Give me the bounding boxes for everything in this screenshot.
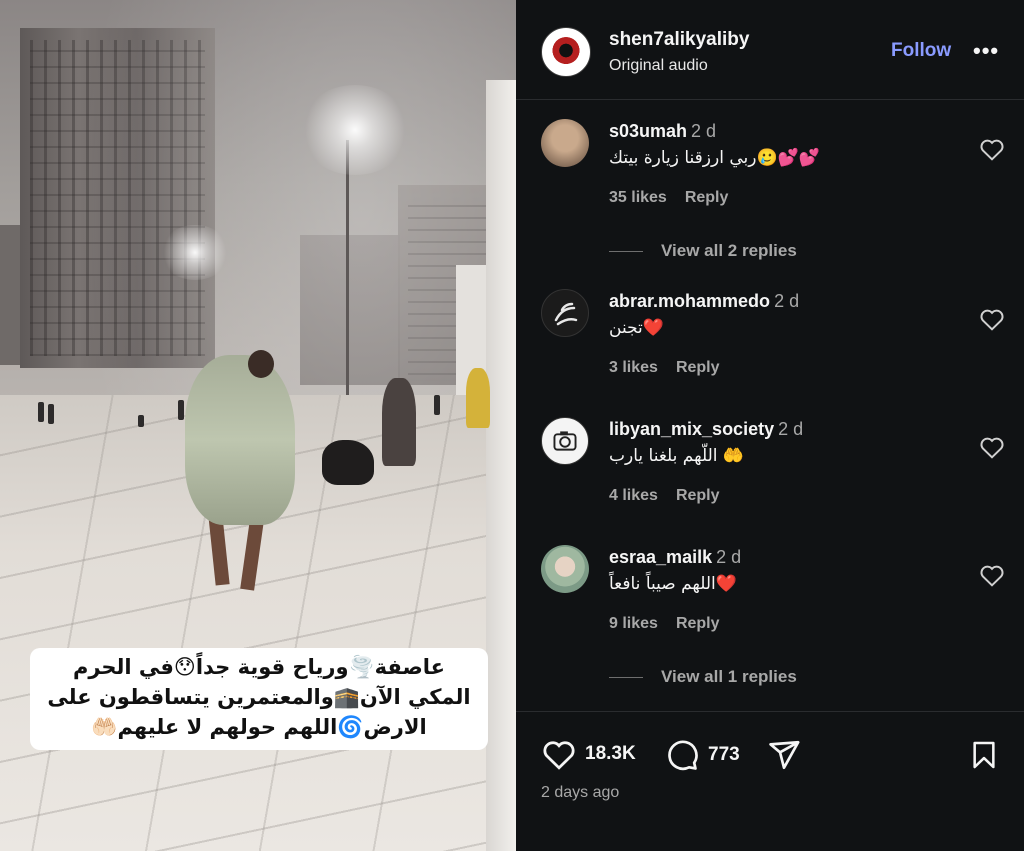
- post-time-ago: 2 days ago: [541, 784, 620, 801]
- man-head: [248, 350, 274, 378]
- commenter-avatar[interactable]: [541, 545, 589, 593]
- comment-username[interactable]: libyan_mix_society: [609, 419, 774, 439]
- distant-person: [38, 402, 44, 422]
- comment-text: ربي ارزقنا زيارة بيتك🥲💕💕: [609, 148, 820, 168]
- bookmark-icon[interactable]: [968, 738, 1000, 772]
- likes-count[interactable]: 18.3K: [585, 743, 636, 765]
- comment-time: 2 d: [691, 121, 717, 141]
- more-options-icon[interactable]: •••: [973, 38, 999, 64]
- video-player[interactable]: عاصفة🌪️ورياح قوية جداً😯في الحرم المكي ال…: [0, 0, 516, 851]
- street-light: [160, 225, 230, 280]
- comment-text: اللهم صيباً نافعاً❤️: [609, 574, 737, 594]
- post-header: shen7alikyaliby Original audio Follow ••…: [516, 0, 1024, 100]
- view-replies-button[interactable]: View all 2 replies: [609, 241, 797, 261]
- comment-likes[interactable]: 9 likes: [609, 615, 658, 632]
- street-light: [300, 85, 410, 175]
- comment-time: 2 d: [774, 291, 800, 311]
- distant-person: [434, 395, 440, 415]
- comment-meta: 35 likes Reply: [609, 189, 728, 207]
- comment-bubble-icon[interactable]: [664, 738, 700, 772]
- caption-line: المكي الآن🕋والمعتمرين يتساقطون على: [47, 685, 471, 709]
- comment-action[interactable]: 773: [664, 738, 740, 772]
- account-avatar[interactable]: [541, 27, 591, 77]
- comment-header: abrar.mohammedo 2 d: [609, 291, 799, 312]
- view-replies-button[interactable]: View all 1 replies: [609, 667, 797, 687]
- comments-count[interactable]: 773: [708, 744, 740, 766]
- comment-time: 2 d: [716, 547, 742, 567]
- comment-header: esraa_mailk 2 d: [609, 547, 741, 568]
- comment-time: 2 d: [778, 419, 804, 439]
- hands-sketch-icon: [554, 302, 578, 326]
- view-replies-label: View all 1 replies: [661, 667, 797, 686]
- like-comment-heart-icon[interactable]: [979, 307, 1005, 331]
- post-actions: 18.3K 773 2 days ago: [516, 711, 1024, 851]
- heart-icon[interactable]: [541, 738, 577, 770]
- comment-likes[interactable]: 4 likes: [609, 487, 658, 504]
- person-yellow-jacket: [466, 368, 490, 428]
- crouching-person: [322, 440, 374, 485]
- share-paper-plane-icon[interactable]: [766, 738, 802, 772]
- comment-text: تجنن❤️: [609, 318, 664, 338]
- comment-username[interactable]: esraa_mailk: [609, 547, 712, 567]
- follow-button[interactable]: Follow: [891, 40, 951, 62]
- distant-person: [178, 400, 184, 420]
- comment-username[interactable]: abrar.mohammedo: [609, 291, 770, 311]
- reply-button[interactable]: Reply: [685, 189, 729, 206]
- share-action[interactable]: [766, 738, 802, 772]
- commenter-avatar[interactable]: [541, 119, 589, 167]
- reply-button[interactable]: Reply: [676, 359, 720, 376]
- reply-button[interactable]: Reply: [676, 487, 720, 504]
- lamp-pole: [346, 140, 349, 400]
- comment-likes[interactable]: 3 likes: [609, 359, 658, 376]
- video-caption: عاصفة🌪️ورياح قوية جداً😯في الحرم المكي ال…: [30, 648, 488, 750]
- logo-icon: [551, 37, 581, 67]
- comment-meta: 9 likes Reply: [609, 615, 720, 633]
- man-in-robe: [185, 355, 295, 525]
- comment-header: s03umah 2 d: [609, 121, 716, 142]
- pillar: [486, 80, 516, 851]
- like-action[interactable]: 18.3K: [541, 738, 636, 770]
- comment-meta: 3 likes Reply: [609, 359, 720, 377]
- comment-header: libyan_mix_society 2 d: [609, 419, 803, 440]
- camera-icon: [553, 431, 577, 451]
- save-action[interactable]: [968, 738, 1000, 772]
- post-username[interactable]: shen7alikyaliby: [609, 29, 749, 51]
- like-comment-heart-icon[interactable]: [979, 563, 1005, 587]
- comment-username[interactable]: s03umah: [609, 121, 687, 141]
- view-replies-label: View all 2 replies: [661, 241, 797, 260]
- caption-line: الارض🌀اللهم حولهم لا عليهم🤲🏻: [91, 715, 427, 739]
- comment-likes[interactable]: 35 likes: [609, 189, 667, 206]
- distant-person: [48, 404, 54, 424]
- reply-button[interactable]: Reply: [676, 615, 720, 632]
- divider-line: [609, 677, 643, 679]
- audio-link[interactable]: Original audio: [609, 57, 708, 75]
- comment-meta: 4 likes Reply: [609, 487, 720, 505]
- like-comment-heart-icon[interactable]: [979, 435, 1005, 459]
- comments-panel: shen7alikyaliby Original audio Follow ••…: [516, 0, 1024, 851]
- caption-line: عاصفة🌪️ورياح قوية جداً😯في الحرم: [72, 655, 446, 679]
- commenter-avatar[interactable]: [541, 417, 589, 465]
- like-comment-heart-icon[interactable]: [979, 137, 1005, 161]
- commenter-avatar[interactable]: [541, 289, 589, 337]
- divider-line: [609, 251, 643, 253]
- standing-person: [382, 378, 416, 466]
- comment-text: اللّهم بلغنا يارب 🤲: [609, 446, 745, 466]
- distant-person: [138, 415, 144, 427]
